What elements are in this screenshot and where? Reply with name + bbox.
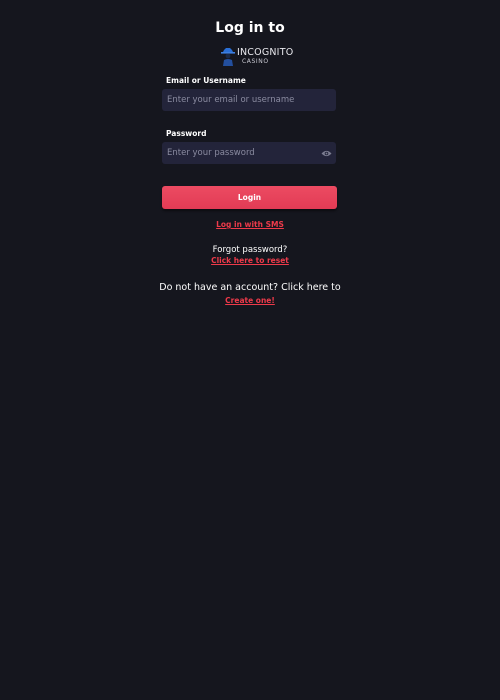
email-field[interactable]: [162, 89, 336, 111]
page-title: Log in to: [215, 20, 285, 36]
login-button[interactable]: Login: [162, 186, 337, 209]
login-page: Log in to INCOGNITO CASINO Email or User…: [0, 0, 500, 700]
password-field[interactable]: [162, 142, 336, 164]
sms-login-link[interactable]: Log in with SMS: [0, 220, 500, 230]
email-label: Email or Username: [166, 76, 246, 85]
brand-logo: INCOGNITO CASINO: [219, 47, 293, 69]
password-label: Password: [166, 129, 207, 138]
logo-name: INCOGNITO: [237, 47, 294, 58]
reset-password-link[interactable]: Click here to reset: [0, 256, 500, 266]
forgot-password-text: Forgot password?: [212, 245, 288, 255]
eye-icon[interactable]: [321, 149, 332, 158]
logo-subtitle: CASINO: [242, 58, 269, 65]
create-account-link[interactable]: Create one!: [0, 296, 500, 306]
incognito-figure-icon: [221, 48, 235, 66]
signup-prompt-text: Do not have an account? Click here to: [159, 282, 341, 293]
